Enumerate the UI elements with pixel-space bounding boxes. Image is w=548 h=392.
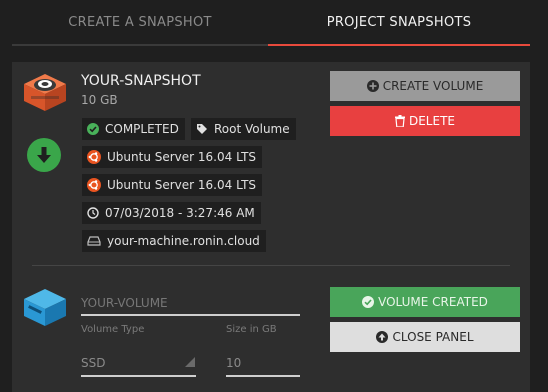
type-text: Root Volume <box>214 122 290 136</box>
snapshot-name: YOUR-SNAPSHOT <box>81 73 201 89</box>
close-panel-label: CLOSE PANEL <box>392 330 474 344</box>
os-badge: Ubuntu Server 16.04 LTS <box>82 174 263 196</box>
os-text: Ubuntu Server 16.04 LTS <box>107 150 257 164</box>
trash-icon <box>394 115 405 127</box>
clock-icon <box>87 207 99 219</box>
arrow-up-circle-icon <box>376 331 389 343</box>
create-volume-button[interactable]: CREATE VOLUME <box>330 71 520 101</box>
close-panel-button[interactable]: CLOSE PANEL <box>330 322 520 352</box>
dropdown-arrow-icon[interactable] <box>185 357 195 367</box>
tab-create-snapshot[interactable]: CREATE A SNAPSHOT <box>12 0 268 46</box>
hard-drive-icon <box>87 235 101 247</box>
volume-created-button[interactable]: VOLUME CREATED <box>330 287 520 317</box>
volume-name-input[interactable] <box>81 291 300 316</box>
os-text: Ubuntu Server 16.04 LTS <box>107 178 257 192</box>
volume-cube-icon <box>24 289 66 326</box>
ubuntu-icon <box>87 178 101 192</box>
status-text: COMPLETED <box>105 122 179 136</box>
machine-text: your-machine.ronin.cloud <box>107 234 260 248</box>
snapshot-size: 10 GB <box>81 93 118 107</box>
status-badge: COMPLETED <box>82 118 185 140</box>
volume-created-label: VOLUME CREATED <box>378 295 488 309</box>
divider <box>32 265 510 266</box>
volume-size-input[interactable] <box>226 350 300 377</box>
volume-size-label: Size in GB <box>226 324 277 335</box>
timestamp-text: 07/03/2018 - 3:27:46 AM <box>105 206 255 220</box>
machine-badge: your-machine.ronin.cloud <box>82 230 266 252</box>
check-circle-icon <box>362 296 375 308</box>
volume-type-select[interactable] <box>81 350 196 377</box>
ubuntu-icon <box>87 150 101 164</box>
delete-label: DELETE <box>408 114 455 128</box>
delete-button[interactable]: DELETE <box>330 106 520 136</box>
check-circle-icon <box>87 123 99 135</box>
os-badge: Ubuntu Server 16.04 LTS <box>82 146 263 168</box>
tag-icon <box>196 123 208 135</box>
create-volume-label: CREATE VOLUME <box>382 79 484 93</box>
volume-type-label: Volume Type <box>81 324 145 335</box>
type-badge: Root Volume <box>191 118 296 140</box>
plus-circle-icon <box>366 80 379 92</box>
timestamp-badge: 07/03/2018 - 3:27:46 AM <box>82 202 261 224</box>
tab-project-snapshots[interactable]: PROJECT SNAPSHOTS <box>268 0 530 46</box>
snapshot-camera-icon <box>24 74 66 111</box>
download-arrow-icon[interactable] <box>27 138 61 172</box>
tab-bar: CREATE A SNAPSHOT PROJECT SNAPSHOTS <box>0 0 548 46</box>
